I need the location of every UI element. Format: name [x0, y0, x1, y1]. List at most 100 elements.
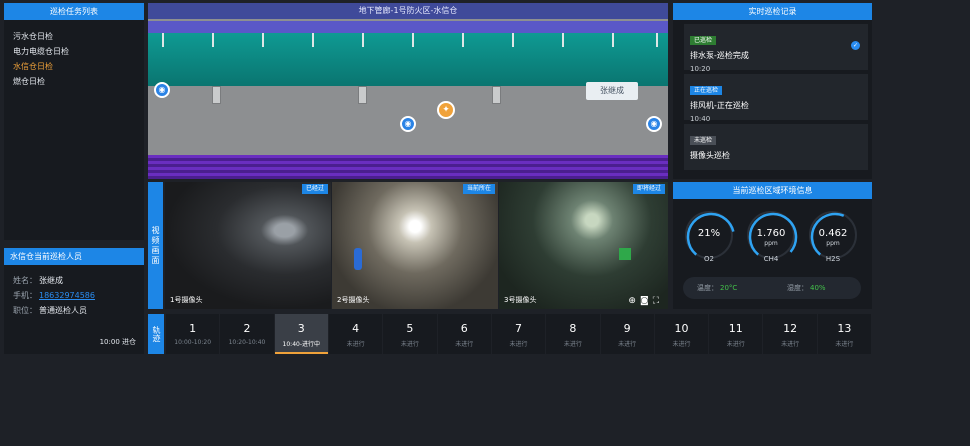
- gauge-label: CH4: [763, 255, 779, 263]
- record-title: 排水泵-巡检完成: [690, 51, 749, 60]
- record-time: 10:40: [690, 115, 711, 123]
- worker-figure: [354, 248, 362, 270]
- task-list-title: 巡检任务列表: [4, 3, 144, 20]
- camera-feed-1[interactable]: 已经过 1号摄像头: [165, 182, 331, 309]
- track-step-number: 5: [406, 322, 414, 335]
- camera-status-badge: 当前所在: [462, 184, 495, 194]
- track-step[interactable]: 2 10:20-10:40: [220, 314, 274, 354]
- inspector-panel: 水信仓当前巡检人员 姓名： 张继成 手机： 18632974586 职位： 普通巡检人…: [4, 248, 144, 354]
- camera-status-badge: 已经过: [301, 184, 328, 194]
- track-step-time: 10:20-10:40: [228, 339, 266, 346]
- track-step[interactable]: 7 未进行: [491, 314, 546, 354]
- fullscreen-icon[interactable]: ⛶: [653, 296, 663, 306]
- gauge-value: 0.462: [818, 228, 848, 239]
- camera-marker-icon[interactable]: ◉: [154, 82, 170, 98]
- gauge-h2s: 0.462 ppm: [809, 211, 860, 262]
- records-panel: 实时巡检记录 已巡检 排水泵-巡检完成 10:20 ✓ 正在巡检 排风机-正在巡检 10:4…: [673, 3, 872, 179]
- camera-feed-image: [332, 182, 498, 309]
- track-step[interactable]: 4 未进行: [328, 314, 383, 354]
- track-step-time: 未进行: [455, 341, 474, 348]
- tray-bracket: [612, 33, 614, 47]
- camera-feed-image: [165, 182, 331, 309]
- inspector-phone-link[interactable]: 18632974586: [39, 291, 95, 300]
- tray-bracket: [412, 33, 414, 47]
- camera-feed-image: [499, 182, 668, 309]
- exit-sign: [619, 248, 631, 260]
- task-item[interactable]: 燃仓日检: [13, 74, 144, 89]
- track-step-time: 未进行: [726, 341, 745, 348]
- inspector-title: 水信仓当前巡检人员: [4, 248, 144, 265]
- camera-caption: 2号摄像头: [337, 296, 370, 304]
- record-status-tag: 已巡检: [690, 36, 717, 45]
- gauge-value: 21%: [697, 228, 721, 239]
- pillar: [212, 86, 221, 104]
- camera-icon[interactable]: ◙: [640, 296, 653, 306]
- gauge-unit: ppm: [764, 240, 778, 247]
- track-step-time: 未进行: [781, 341, 800, 348]
- camera-feed-2[interactable]: 当前所在 2号摄像头: [332, 182, 498, 309]
- pipe-top: [148, 21, 668, 33]
- records-title: 实时巡检记录: [673, 3, 872, 20]
- camera-feed-3[interactable]: 即将经过 3号摄像头 ⊕◙⛶: [499, 182, 668, 309]
- track-step-time: 未进行: [509, 341, 528, 348]
- tray-bracket: [312, 33, 314, 47]
- track-step-time: 未进行: [563, 341, 582, 348]
- track-step-number: 11: [728, 322, 743, 335]
- track-step[interactable]: 12 未进行: [763, 314, 817, 354]
- track-step-time: 未进行: [400, 341, 419, 348]
- camera-marker-icon[interactable]: ◉: [400, 116, 416, 132]
- track-step[interactable]: 1 10:00-10:20: [166, 314, 220, 354]
- record-item[interactable]: 正在巡检 排风机-正在巡检 10:40: [684, 74, 868, 123]
- gauge-value: 1.760: [756, 228, 786, 239]
- tunnel-map[interactable]: 地下管廊-1号防火区-水信仓 ◉ ◉ ◉ 张继成 ✦: [148, 3, 668, 179]
- track-step[interactable]: 9 未进行: [600, 314, 654, 354]
- track-step[interactable]: 8 未进行: [546, 314, 600, 354]
- pillar: [492, 86, 501, 104]
- track-step-number: 4: [352, 322, 360, 335]
- zoom-icon[interactable]: ⊕: [628, 296, 640, 306]
- track-step-number: 8: [569, 322, 577, 335]
- track-step-time: 10:00-10:20: [174, 339, 212, 346]
- track-step[interactable]: 6 未进行: [437, 314, 491, 354]
- track-step[interactable]: 13 未进行: [817, 314, 872, 354]
- record-item[interactable]: 未巡检 摄像头巡检: [684, 124, 868, 170]
- track-step-number: 10: [674, 322, 689, 335]
- camera-marker-icon[interactable]: ◉: [646, 116, 662, 132]
- humidity-readout: 湿度： 40%: [787, 284, 826, 292]
- track-step[interactable]: 5 未进行: [383, 314, 437, 354]
- record-time: 10:20: [690, 65, 711, 73]
- gauge-ch4: 1.760 ppm: [747, 211, 798, 262]
- track-step-number: 13: [837, 322, 852, 335]
- gauge-unit: ppm: [826, 240, 840, 247]
- inspector-name: 张继成: [39, 276, 63, 285]
- gauge-o2: 21%: [685, 211, 736, 262]
- record-title: 排风机-正在巡检: [690, 101, 749, 110]
- camera-caption: 1号摄像头: [170, 296, 203, 304]
- track-step-number: 9: [623, 322, 631, 335]
- task-item[interactable]: 电力电缆仓日检: [13, 44, 144, 59]
- tray-bracket: [162, 33, 164, 47]
- tray-bracket: [212, 33, 214, 47]
- track-step[interactable]: 10 未进行: [654, 314, 709, 354]
- gauge-label: H2S: [825, 255, 841, 263]
- record-item[interactable]: 已巡检 排水泵-巡检完成 10:20 ✓: [684, 24, 868, 73]
- environment-title: 当前巡检区域环境信息: [673, 182, 872, 199]
- inspector-role-row: 职位： 普通巡检人员: [13, 306, 87, 315]
- pillar: [358, 86, 367, 104]
- inspector-name-row: 姓名： 张继成: [13, 276, 63, 285]
- task-item[interactable]: 污水仓日检: [13, 29, 144, 44]
- person-marker-icon[interactable]: ✦: [437, 101, 455, 119]
- track-step-time: 未进行: [618, 341, 637, 348]
- task-item-active[interactable]: 水信仓日检: [13, 59, 144, 74]
- track-step[interactable]: 3 10:40-进行中: [274, 314, 329, 354]
- track-step-time: 未进行: [835, 341, 854, 348]
- camera-toolbar: ⊕◙⛶: [628, 296, 663, 306]
- record-list: 已巡检 排水泵-巡检完成 10:20 ✓ 正在巡检 排风机-正在巡检 10:40 未巡检 摄像头…: [673, 24, 872, 170]
- track-step-number: 3: [297, 322, 305, 335]
- pipe-bottom: [148, 155, 668, 179]
- task-list-panel: 巡检任务列表 污水仓日检 电力电缆仓日检 水信仓日检 燃仓日检: [4, 3, 144, 240]
- tray-bracket: [512, 33, 514, 47]
- track-step-number: 2: [243, 322, 251, 335]
- tray-bracket: [362, 33, 364, 47]
- track-step[interactable]: 11 未进行: [709, 314, 763, 354]
